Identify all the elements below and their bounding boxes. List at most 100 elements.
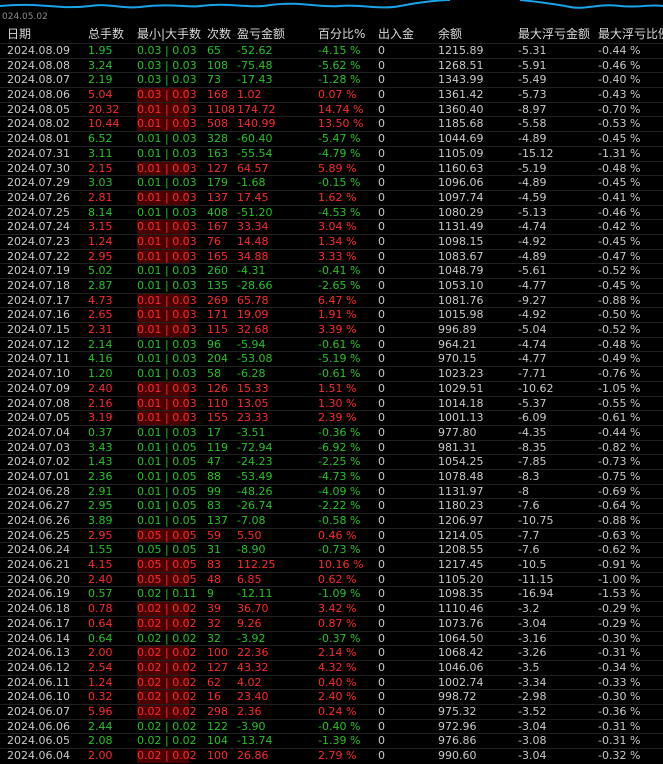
daily-report-table: 日期 总手数 最小|大手数 次数 盈亏金额 百分比% 出入金 余额 最大浮亏金额…: [0, 26, 663, 763]
table-row[interactable]: 2024.08.06 5.04 0.03 | 0.03 168 1.02 0.07 % 0 1…: [0, 87, 663, 102]
total-lots-cell: 2.95: [88, 499, 113, 513]
balance-cell: 1110.46: [438, 602, 484, 616]
deposit-withdraw-cell: 0: [378, 749, 385, 762]
table-row[interactable]: 2024.07.03 3.43 0.01 | 0.05 119 -72.94 -6.92 …: [0, 439, 663, 455]
table-row[interactable]: 2024.07.01 2.36 0.01 | 0.05 88 -53.49 -4.73 %…: [0, 468, 663, 484]
table-row[interactable]: 2024.08.02 10.44 0.01 | 0.03 508 140.99 13.50…: [0, 116, 663, 132]
table-row[interactable]: 2024.07.12 2.14 0.01 | 0.03 96 -5.94 -0.61 % 0…: [0, 336, 663, 352]
date-cell: 2024.06.24: [7, 543, 70, 557]
table-row[interactable]: 2024.06.25 2.95 0.05 | 0.05 59 5.50 0.46 % 0 12…: [0, 527, 663, 543]
table-row[interactable]: 2024.06.04 2.00 0.02 | 0.02 100 26.86 2.79 % 0…: [0, 748, 663, 763]
header-total-lots[interactable]: 总手数: [88, 26, 138, 43]
max-floating-loss-ratio-cell: -0.34 %: [598, 660, 641, 674]
header-profit-loss[interactable]: 盈亏金额: [237, 26, 317, 43]
table-row[interactable]: 2024.06.27 2.95 0.01 | 0.05 83 -26.74 -2.22 %…: [0, 498, 663, 513]
min-max-lots-cell: 0.01 | 0.05: [137, 514, 197, 527]
deposit-withdraw-cell: 0: [378, 690, 385, 704]
percent-cell: 2.40 %: [318, 690, 357, 704]
date-cell: 2024.07.22: [7, 249, 70, 263]
header-max-floating-loss-ratio[interactable]: 最大浮亏比例: [598, 26, 663, 43]
table-row[interactable]: 2024.06.18 0.78 0.02 | 0.02 39 36.70 3.42 % 0 1…: [0, 601, 663, 616]
table-row[interactable]: 2024.07.30 2.15 0.01 | 0.03 127 64.57 5.89 % 0…: [0, 160, 663, 176]
deposit-withdraw-cell: 0: [378, 117, 385, 131]
table-row[interactable]: 2024.08.01 6.52 0.01 | 0.03 328 -60.40 -5.47 …: [0, 131, 663, 146]
table-row[interactable]: 2024.06.12 2.54 0.02 | 0.02 127 43.32 4.32 % 0…: [0, 659, 663, 675]
header-min-max-lots[interactable]: 最小|大手数: [137, 26, 201, 43]
table-row[interactable]: 2024.07.09 2.40 0.01 | 0.03 126 15.33 1.51 % 0…: [0, 380, 663, 396]
table-row[interactable]: 2024.07.25 8.14 0.01 | 0.03 408 -51.20 -4.53 …: [0, 204, 663, 220]
table-row[interactable]: 2024.07.17 4.73 0.01 | 0.03 269 65.78 6.47 % 0…: [0, 292, 663, 308]
percent-cell: 2.14 %: [318, 646, 357, 660]
date-cell: 2024.06.13: [7, 646, 70, 660]
deposit-withdraw-cell: 0: [378, 146, 385, 160]
table-row[interactable]: 2024.06.19 0.57 0.02 | 0.11 9 -12.11 -1.09 % 0…: [0, 586, 663, 601]
balance-cell: 1001.13: [438, 411, 484, 425]
header-percent[interactable]: 百分比%: [318, 26, 378, 43]
max-floating-loss-cell: -8.35: [518, 440, 547, 454]
min-max-lots-cell: 0.01 | 0.03: [137, 132, 197, 146]
balance-cell: 1068.42: [438, 646, 484, 660]
profit-loss-cell: 34.88: [237, 249, 269, 263]
table-row[interactable]: 2024.07.04 0.37 0.01 | 0.03 17 -3.51 -0.36 % 0…: [0, 424, 663, 440]
table-row[interactable]: 2024.07.26 2.81 0.01 | 0.03 137 17.45 1.62 % 0…: [0, 189, 663, 205]
table-row[interactable]: 2024.07.22 2.95 0.01 | 0.03 165 34.88 3.33 % 0…: [0, 248, 663, 264]
profit-loss-cell: -5.94: [237, 337, 266, 351]
balance-cell: 1131.97: [438, 484, 484, 498]
table-row[interactable]: 2024.07.05 3.19 0.01 | 0.03 155 23.33 2.39 % 0…: [0, 410, 663, 425]
table-row[interactable]: 2024.07.29 3.03 0.01 | 0.03 179 -1.68 -0.15 %…: [0, 175, 663, 190]
max-floating-loss-ratio-cell: -0.73 %: [598, 455, 641, 469]
table-row[interactable]: 2024.06.21 4.15 0.05 | 0.05 83 112.25 10.16 %…: [0, 557, 663, 572]
header-deposit-withdraw[interactable]: 出入金: [378, 26, 438, 43]
table-row[interactable]: 2024.06.28 2.91 0.01 | 0.05 99 -48.26 -4.09 %…: [0, 483, 663, 499]
table-row[interactable]: 2024.08.08 3.24 0.03 | 0.03 108 -75.48 -5.62 …: [0, 57, 663, 73]
table-row[interactable]: 2024.06.11 1.24 0.02 | 0.02 62 4.02 0.40 % 0 10…: [0, 674, 663, 690]
max-floating-loss-ratio-cell: -0.70 %: [598, 102, 641, 116]
table-row[interactable]: 2024.07.18 2.87 0.01 | 0.03 135 -28.66 -2.65 …: [0, 278, 663, 293]
table-row[interactable]: 2024.08.09 1.95 0.03 | 0.03 65 -52.62 -4.15 %…: [0, 43, 663, 58]
profit-loss-cell: 15.33: [237, 381, 269, 395]
table-row[interactable]: 2024.06.20 2.40 0.05 | 0.05 48 6.85 0.62 % 0 11…: [0, 571, 663, 587]
max-floating-loss-cell: -4.89: [518, 249, 547, 263]
table-row[interactable]: 2024.07.31 3.11 0.01 | 0.03 163 -55.54 -4.79 …: [0, 145, 663, 161]
percent-cell: 1.34 %: [318, 234, 357, 248]
min-max-lots-cell: 0.01 | 0.05: [137, 469, 197, 483]
table-row[interactable]: 2024.06.07 5.96 0.02 | 0.02 298 2.36 0.24 % 0 9…: [0, 703, 663, 719]
table-row[interactable]: 2024.08.05 20.32 0.01 | 0.03 1108 174.72 14.7…: [0, 101, 663, 117]
table-row[interactable]: 2024.08.07 2.19 0.03 | 0.03 73 -17.43 -1.28 %…: [0, 72, 663, 87]
max-floating-loss-cell: -10.5: [518, 558, 547, 572]
deposit-withdraw-cell: 0: [378, 572, 385, 586]
deposit-withdraw-cell: 0: [378, 73, 385, 87]
table-row[interactable]: 2024.06.26 3.89 0.01 | 0.05 137 -7.08 -0.58 %…: [0, 513, 663, 528]
deposit-withdraw-cell: 0: [378, 323, 385, 337]
table-row[interactable]: 2024.07.08 2.16 0.01 | 0.03 110 13.05 1.30 % 0…: [0, 395, 663, 411]
table-row[interactable]: 2024.06.05 2.08 0.02 | 0.02 104 -13.74 -1.39 …: [0, 733, 663, 748]
table-row[interactable]: 2024.07.24 3.15 0.01 | 0.03 167 33.34 3.04 % 0…: [0, 219, 663, 234]
header-max-floating-loss[interactable]: 最大浮亏金额: [518, 26, 598, 43]
count-cell: 32: [207, 631, 221, 645]
table-row[interactable]: 2024.07.15 2.31 0.01 | 0.03 115 32.68 3.39 % 0…: [0, 322, 663, 337]
deposit-withdraw-cell: 0: [378, 660, 385, 674]
total-lots-cell: 0.78: [88, 602, 113, 616]
percent-cell: 3.39 %: [318, 323, 357, 337]
table-row[interactable]: 2024.06.13 2.00 0.02 | 0.02 100 22.36 2.14 % 0…: [0, 645, 663, 660]
min-max-lots-cell: 0.01 | 0.03: [137, 176, 197, 190]
table-row[interactable]: 2024.07.23 1.24 0.01 | 0.03 76 14.48 1.34 % 0 1…: [0, 233, 663, 249]
header-balance[interactable]: 余额: [438, 26, 518, 43]
table-row[interactable]: 2024.07.02 1.43 0.01 | 0.05 47 -24.23 -2.25 %…: [0, 454, 663, 469]
table-row[interactable]: 2024.06.06 2.44 0.02 | 0.02 122 -3.90 -0.40 %…: [0, 718, 663, 734]
table-row[interactable]: 2024.07.16 2.65 0.01 | 0.03 171 19.09 1.91 % 0…: [0, 307, 663, 323]
profit-loss-cell: 23.33: [237, 411, 269, 425]
table-row[interactable]: 2024.07.19 5.02 0.01 | 0.03 260 -4.31 -0.41 %…: [0, 263, 663, 278]
table-row[interactable]: 2024.07.10 1.20 0.01 | 0.03 58 -6.28 -0.61 % 0…: [0, 366, 663, 381]
header-count[interactable]: 次数: [207, 26, 237, 43]
table-row[interactable]: 2024.06.17 0.64 0.02 | 0.02 32 9.26 0.87 % 0 10…: [0, 615, 663, 631]
table-row[interactable]: 2024.06.14 0.64 0.02 | 0.02 32 -3.92 -0.37 % 0…: [0, 630, 663, 646]
deposit-withdraw-cell: 0: [378, 734, 385, 748]
max-floating-loss-ratio-cell: -0.44 %: [598, 44, 641, 57]
table-row[interactable]: 2024.06.24 1.55 0.05 | 0.05 31 -8.90 -0.73 % 0…: [0, 542, 663, 557]
profit-loss-cell: -72.94: [237, 440, 273, 454]
deposit-withdraw-cell: 0: [378, 205, 385, 219]
header-date[interactable]: 日期: [7, 26, 87, 43]
table-row[interactable]: 2024.07.11 4.16 0.01 | 0.03 204 -53.08 -5.19 …: [0, 351, 663, 366]
table-row[interactable]: 2024.06.10 0.32 0.02 | 0.02 16 23.40 2.40 % 0 9…: [0, 689, 663, 704]
